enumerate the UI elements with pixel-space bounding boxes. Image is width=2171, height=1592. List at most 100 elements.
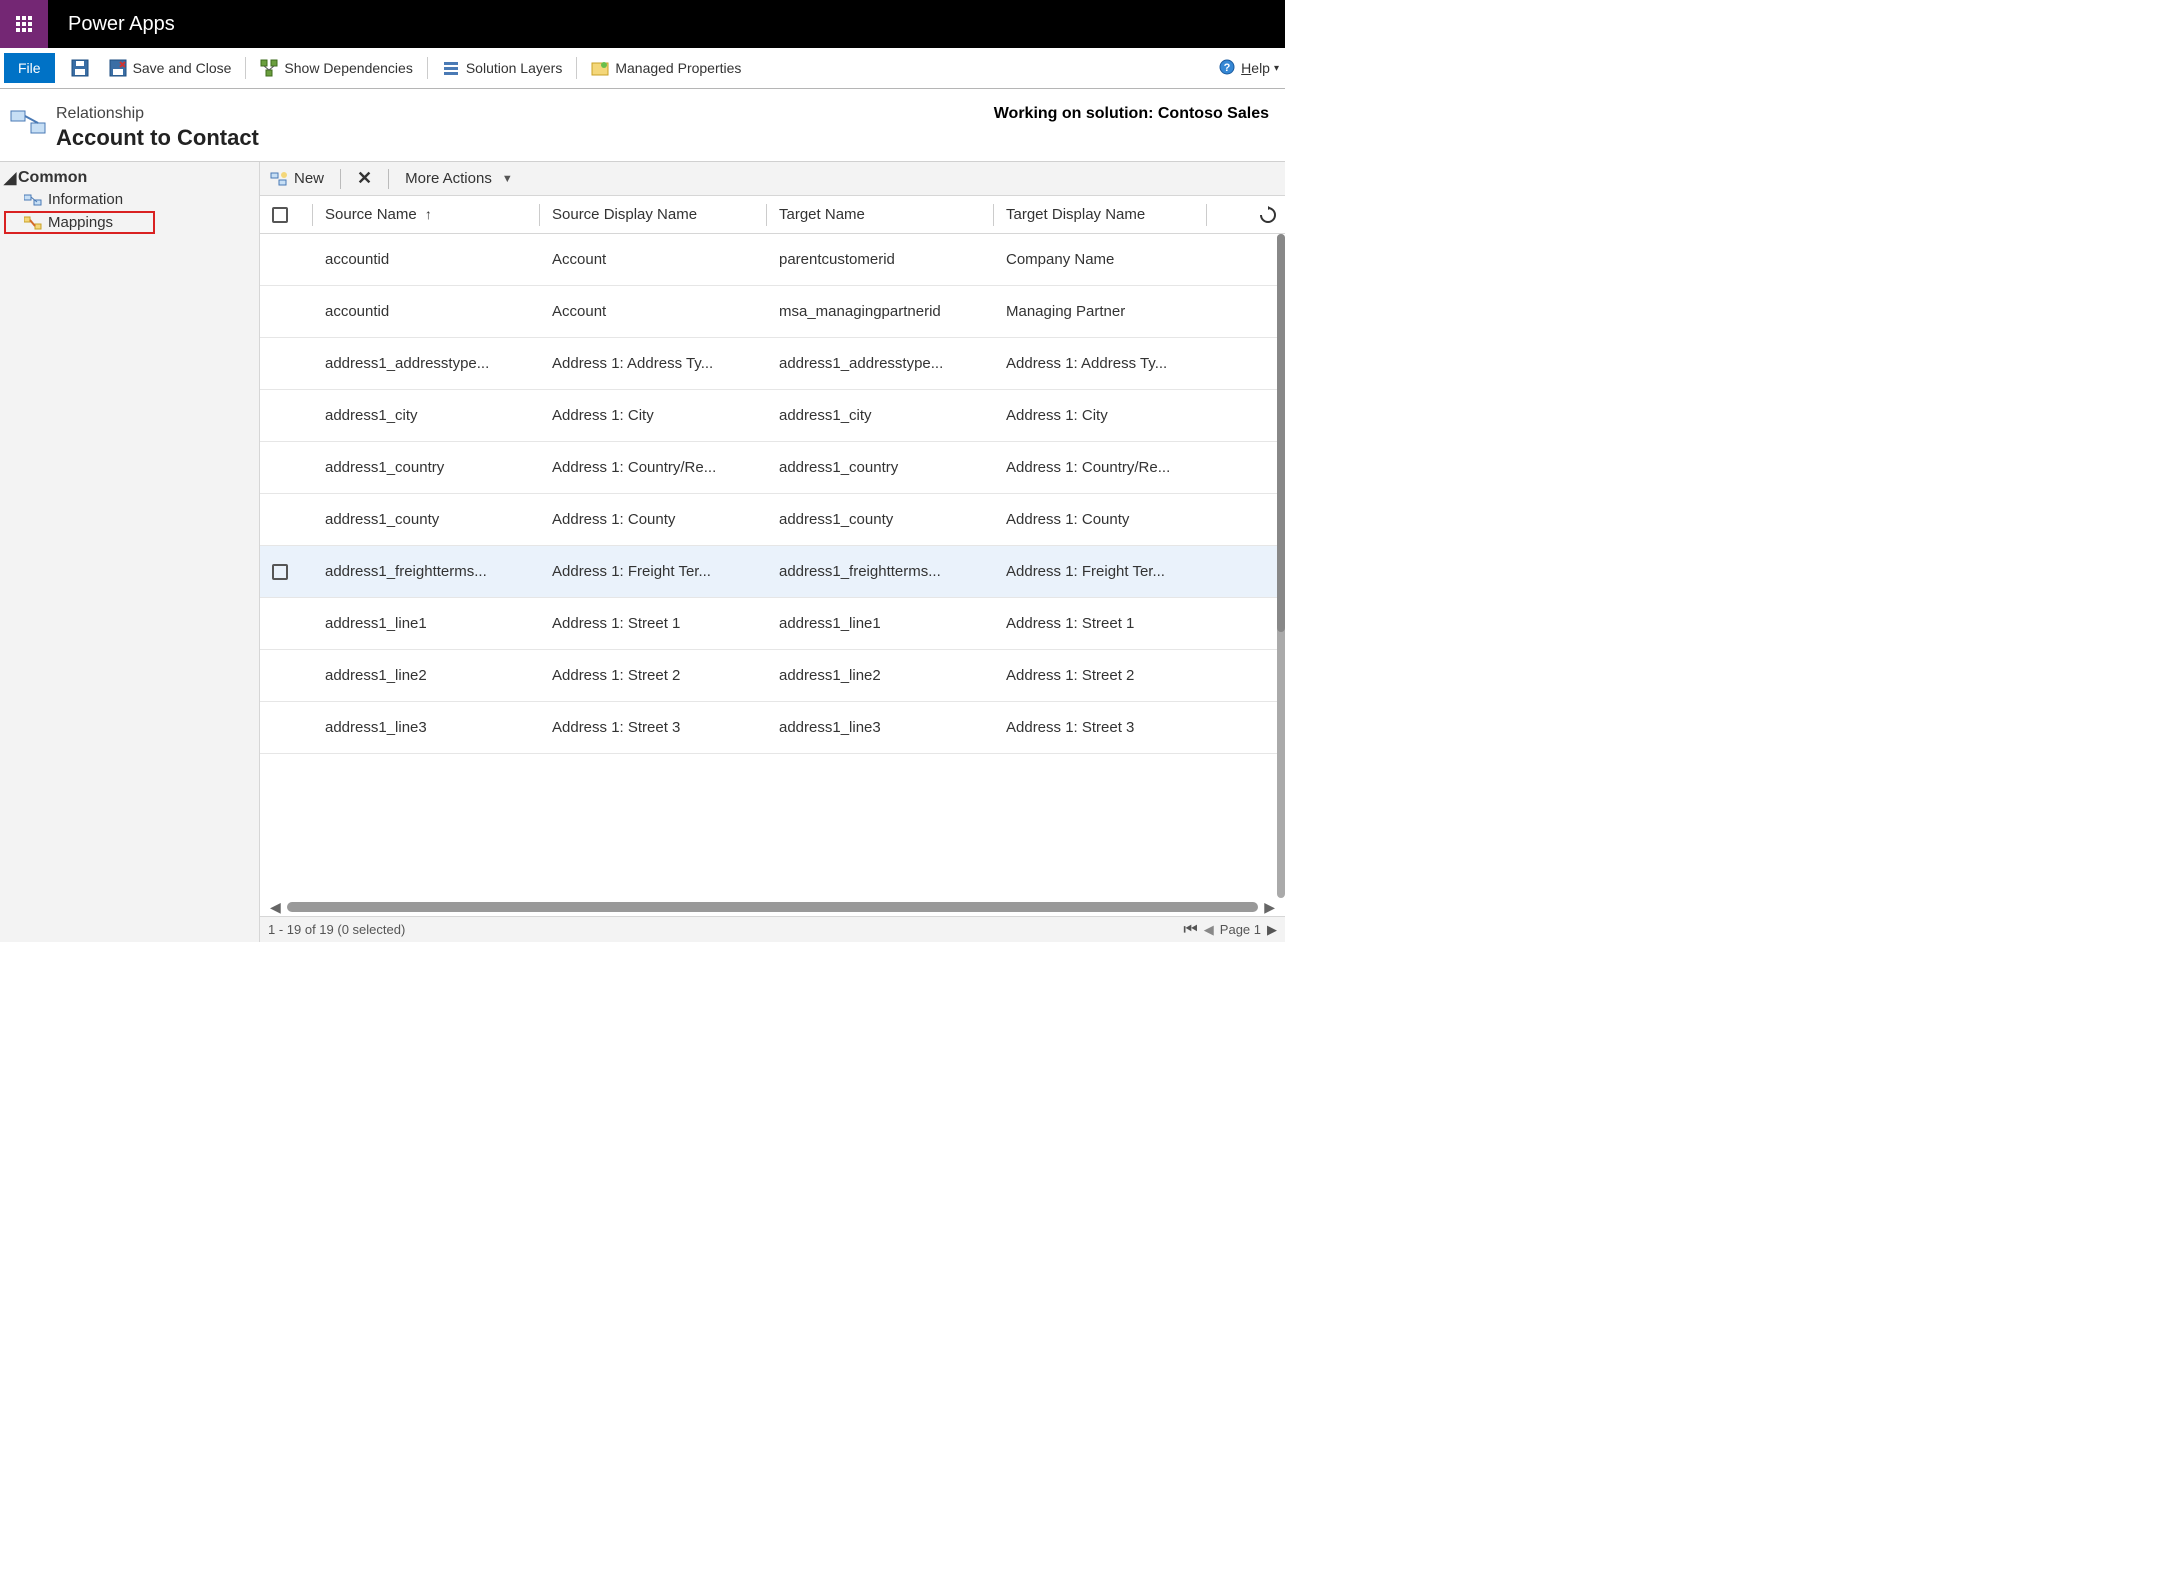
file-menu[interactable]: File	[4, 53, 55, 83]
sidebar-group-label: Common	[18, 169, 87, 187]
cell-target-name: address1_country	[779, 459, 993, 476]
scroll-left-icon[interactable]: ◀	[270, 899, 281, 916]
cell-source-display-name: Account	[552, 251, 766, 268]
save-button[interactable]	[61, 48, 99, 88]
column-separator	[766, 204, 767, 226]
help-link[interactable]: ? Help ▾	[1219, 59, 1285, 77]
mappings-icon	[24, 216, 42, 230]
horizontal-scrollbar[interactable]: ◀ ▶	[260, 898, 1285, 916]
main-area: ◢ Common Information Mappings New	[0, 161, 1285, 942]
column-target-display-name[interactable]: Target Display Name	[1006, 206, 1206, 223]
row-checkbox[interactable]	[272, 564, 288, 580]
sort-asc-icon: ↑	[425, 206, 432, 222]
more-actions-label: More Actions	[405, 170, 492, 187]
column-label: Target Name	[779, 206, 865, 223]
cell-source-display-name: Address 1: Country/Re...	[552, 459, 766, 476]
cell-target-name: address1_line2	[779, 667, 993, 684]
grid-toolbar: New ✕ More Actions ▼	[260, 162, 1285, 196]
top-bar: Power Apps	[0, 0, 1285, 48]
table-row[interactable]: accountidAccountmsa_managingpartneridMan…	[260, 286, 1285, 338]
record-count-status: 1 - 19 of 19 (0 selected)	[268, 922, 405, 937]
delete-icon: ✕	[357, 168, 372, 189]
waffle-icon	[16, 16, 32, 32]
column-source-name[interactable]: Source Name ↑	[325, 206, 539, 223]
cell-source-name: accountid	[325, 251, 539, 268]
table-row[interactable]: address1_line2 Address 1: Street 2 address…	[260, 650, 1285, 702]
delete-button[interactable]: ✕	[353, 168, 376, 189]
cell-target-name: address1_addresstype...	[779, 355, 993, 372]
column-separator	[539, 204, 540, 226]
first-page-button[interactable]: ⏮	[1183, 921, 1197, 939]
table-row[interactable]: accountid Account parentcustomerid Company …	[260, 234, 1285, 286]
cell-target-name: address1_line3	[779, 719, 993, 736]
next-page-button[interactable]: ▶	[1267, 922, 1277, 938]
table-row[interactable]: address1_addresstype... Address 1: Addres…	[260, 338, 1285, 390]
information-icon	[24, 193, 42, 207]
managed-properties-button[interactable]: Managed Properties	[581, 48, 751, 88]
more-actions-button[interactable]: More Actions ▼	[401, 170, 517, 187]
show-dependencies-button[interactable]: Show Dependencies	[250, 48, 422, 88]
sidebar-item-label: Information	[48, 191, 123, 208]
solution-status: Working on solution: Contoso Sales	[994, 105, 1275, 123]
cell-target-display-name: Address 1: Freight Ter...	[1006, 563, 1206, 580]
cell-target-display-name: Address 1: Street 1	[1006, 615, 1206, 632]
cell-target-display-name: Company Name	[1006, 251, 1206, 268]
page-header: Relationship Account to Contact Working …	[0, 89, 1285, 161]
cell-target-display-name: Address 1: Country/Re...	[1006, 459, 1206, 476]
prev-page-button[interactable]: ◀	[1204, 922, 1214, 938]
grid-body[interactable]: accountid Account parentcustomerid Company …	[260, 234, 1285, 898]
solution-layers-label: Solution Layers	[466, 60, 563, 76]
sidebar-group-common[interactable]: ◢ Common	[4, 168, 255, 188]
cell-target-display-name: Address 1: City	[1006, 407, 1206, 424]
cell-source-display-name: Address 1: County	[552, 511, 766, 528]
cell-target-display-name: Address 1: Address Ty...	[1006, 355, 1206, 372]
save-close-icon	[109, 59, 127, 77]
table-row[interactable]: address1_country Address 1: Country/Re...…	[260, 442, 1285, 494]
dependencies-icon	[260, 59, 278, 77]
toolbar-separator	[340, 169, 341, 189]
column-target-name[interactable]: Target Name	[779, 206, 993, 223]
cell-target-display-name: Address 1: Street 2	[1006, 667, 1206, 684]
table-row[interactable]: address1_freightterms... Address 1: Freig…	[260, 546, 1285, 598]
refresh-button[interactable]	[1259, 206, 1277, 224]
save-and-close-button[interactable]: Save and Close	[99, 48, 242, 88]
ribbon: File Save and Close Show Dependencies So…	[0, 48, 1285, 89]
cell-source-name: address1_line2	[325, 667, 539, 684]
pager: ⏮ ◀ Page 1 ▶	[1183, 921, 1277, 939]
table-row[interactable]: address1_countyAddress 1: Countyaddress1…	[260, 494, 1285, 546]
scroll-right-icon[interactable]: ▶	[1264, 899, 1275, 916]
column-label: Target Display Name	[1006, 206, 1145, 223]
page-label: Page 1	[1220, 922, 1261, 937]
chevron-down-icon: ▼	[502, 173, 513, 185]
sidebar-item-information[interactable]: Information	[4, 188, 255, 211]
relationship-icon	[10, 107, 46, 137]
table-row[interactable]: address1_line3Address 1: Street 3address…	[260, 702, 1285, 754]
column-separator	[993, 204, 994, 226]
cell-target-name: address1_city	[779, 407, 993, 424]
cell-source-name: address1_country	[325, 459, 539, 476]
product-name: Power Apps	[48, 0, 175, 48]
chevron-down-icon: ▾	[1274, 63, 1279, 74]
ribbon-separator	[576, 57, 577, 79]
scrollbar-track[interactable]	[287, 902, 1258, 912]
cell-target-display-name: Managing Partner	[1006, 303, 1206, 320]
solution-layers-button[interactable]: Solution Layers	[432, 48, 573, 88]
column-separator	[1206, 204, 1207, 226]
new-button[interactable]: New	[266, 170, 328, 188]
sidebar-item-mappings[interactable]: Mappings	[4, 211, 155, 234]
grid-area: New ✕ More Actions ▼ Source Name ↑	[260, 162, 1285, 942]
app-launcher[interactable]	[0, 0, 48, 48]
cell-source-display-name: Address 1: Street 2	[552, 667, 766, 684]
cell-target-name: address1_line1	[779, 615, 993, 632]
column-source-display-name[interactable]: Source Display Name	[552, 206, 766, 223]
sidebar-item-label: Mappings	[48, 214, 113, 231]
select-all-checkbox[interactable]	[272, 207, 288, 223]
cell-target-name: parentcustomerid	[779, 251, 993, 268]
table-row[interactable]: address1_cityAddress 1: Cityaddress1_cit…	[260, 390, 1285, 442]
table-row[interactable]: address1_line1Address 1: Street 1address…	[260, 598, 1285, 650]
cell-target-name: address1_county	[779, 511, 993, 528]
page-title: Account to Contact	[56, 125, 984, 151]
cell-source-name: address1_freightterms...	[325, 563, 539, 580]
cell-source-display-name: Account	[552, 303, 766, 320]
cell-source-display-name: Address 1: Freight Ter...	[552, 563, 766, 580]
